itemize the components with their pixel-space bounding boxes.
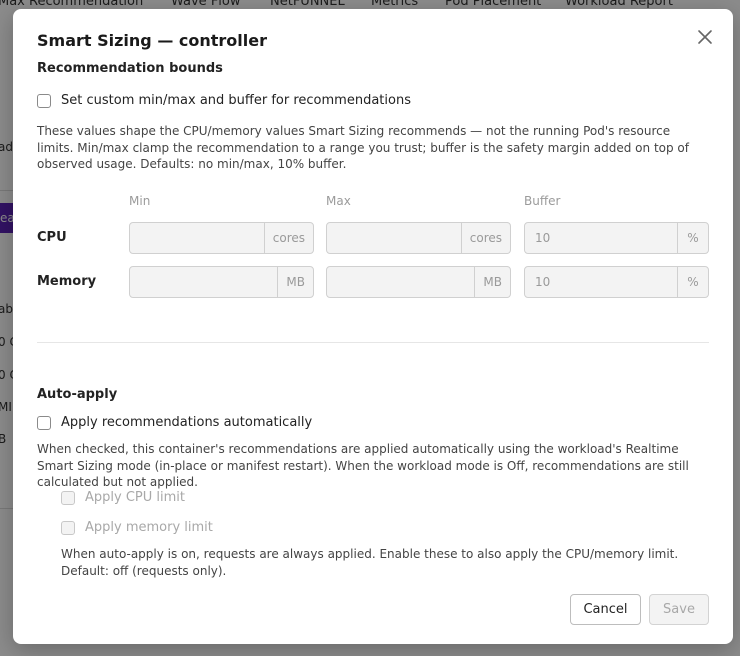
memory-buffer-unit: %	[677, 267, 708, 297]
cpu-max-value	[327, 223, 461, 253]
cpu-buffer-input[interactable]: 10 %	[524, 222, 709, 254]
buffer-column-header: Buffer	[524, 194, 561, 208]
bounds-help-text: These values shape the CPU/memory values…	[37, 124, 689, 171]
cpu-min-value	[130, 223, 264, 253]
apply-memory-limit-row[interactable]: Apply memory limit	[61, 520, 213, 535]
min-column-header: Min	[129, 194, 151, 208]
cpu-max-unit: cores	[460, 223, 510, 253]
auto-apply-checkbox-row[interactable]: Apply recommendations automatically	[37, 415, 312, 430]
custom-bounds-checkbox[interactable]	[37, 93, 51, 108]
limits-help-text: When auto-apply is on, requests are alwa…	[61, 547, 679, 578]
cpu-min-input[interactable]: cores	[129, 222, 314, 254]
apply-cpu-limit-label: Apply CPU limit	[85, 490, 185, 505]
memory-max-value	[327, 267, 474, 297]
memory-buffer-input[interactable]: 10 %	[524, 266, 709, 298]
memory-max-input[interactable]: MB	[326, 266, 511, 298]
cpu-buffer-unit: %	[677, 223, 708, 253]
apply-memory-limit-label: Apply memory limit	[85, 520, 213, 535]
cpu-row-label: CPU	[37, 230, 67, 245]
cpu-max-input[interactable]: cores	[326, 222, 511, 254]
dialog-title: Smart Sizing — controller	[37, 31, 267, 50]
memory-row-label: Memory	[37, 274, 97, 289]
apply-cpu-limit-checkbox[interactable]	[61, 490, 75, 505]
cpu-buffer-value: 10	[535, 231, 551, 245]
smart-sizing-dialog: Smart Sizing — controller Recommendation…	[13, 9, 733, 644]
auto-apply-heading: Auto-apply	[37, 387, 118, 402]
auto-apply-label: Apply recommendations automatically	[61, 415, 313, 430]
cpu-min-unit: cores	[263, 223, 313, 253]
memory-min-unit: MB	[277, 267, 313, 297]
bounds-heading: Recommendation bounds	[37, 61, 223, 76]
max-column-header: Max	[326, 194, 351, 208]
save-button[interactable]: Save	[649, 594, 709, 625]
close-icon	[698, 30, 712, 44]
cancel-button[interactable]: Cancel	[570, 594, 641, 625]
auto-apply-checkbox[interactable]	[37, 415, 51, 430]
auto-apply-help-text: When checked, this container's recommend…	[37, 442, 689, 489]
memory-min-value	[130, 267, 277, 297]
apply-memory-limit-checkbox[interactable]	[61, 520, 75, 535]
apply-cpu-limit-row[interactable]: Apply CPU limit	[61, 490, 185, 505]
memory-max-unit: MB	[474, 267, 510, 297]
close-button[interactable]	[695, 27, 715, 47]
memory-min-input[interactable]: MB	[129, 266, 314, 298]
section-divider	[37, 342, 709, 343]
custom-bounds-checkbox-row[interactable]: Set custom min/max and buffer for recomm…	[37, 93, 411, 108]
memory-buffer-value: 10	[535, 275, 551, 289]
custom-bounds-label: Set custom min/max and buffer for recomm…	[61, 93, 411, 108]
